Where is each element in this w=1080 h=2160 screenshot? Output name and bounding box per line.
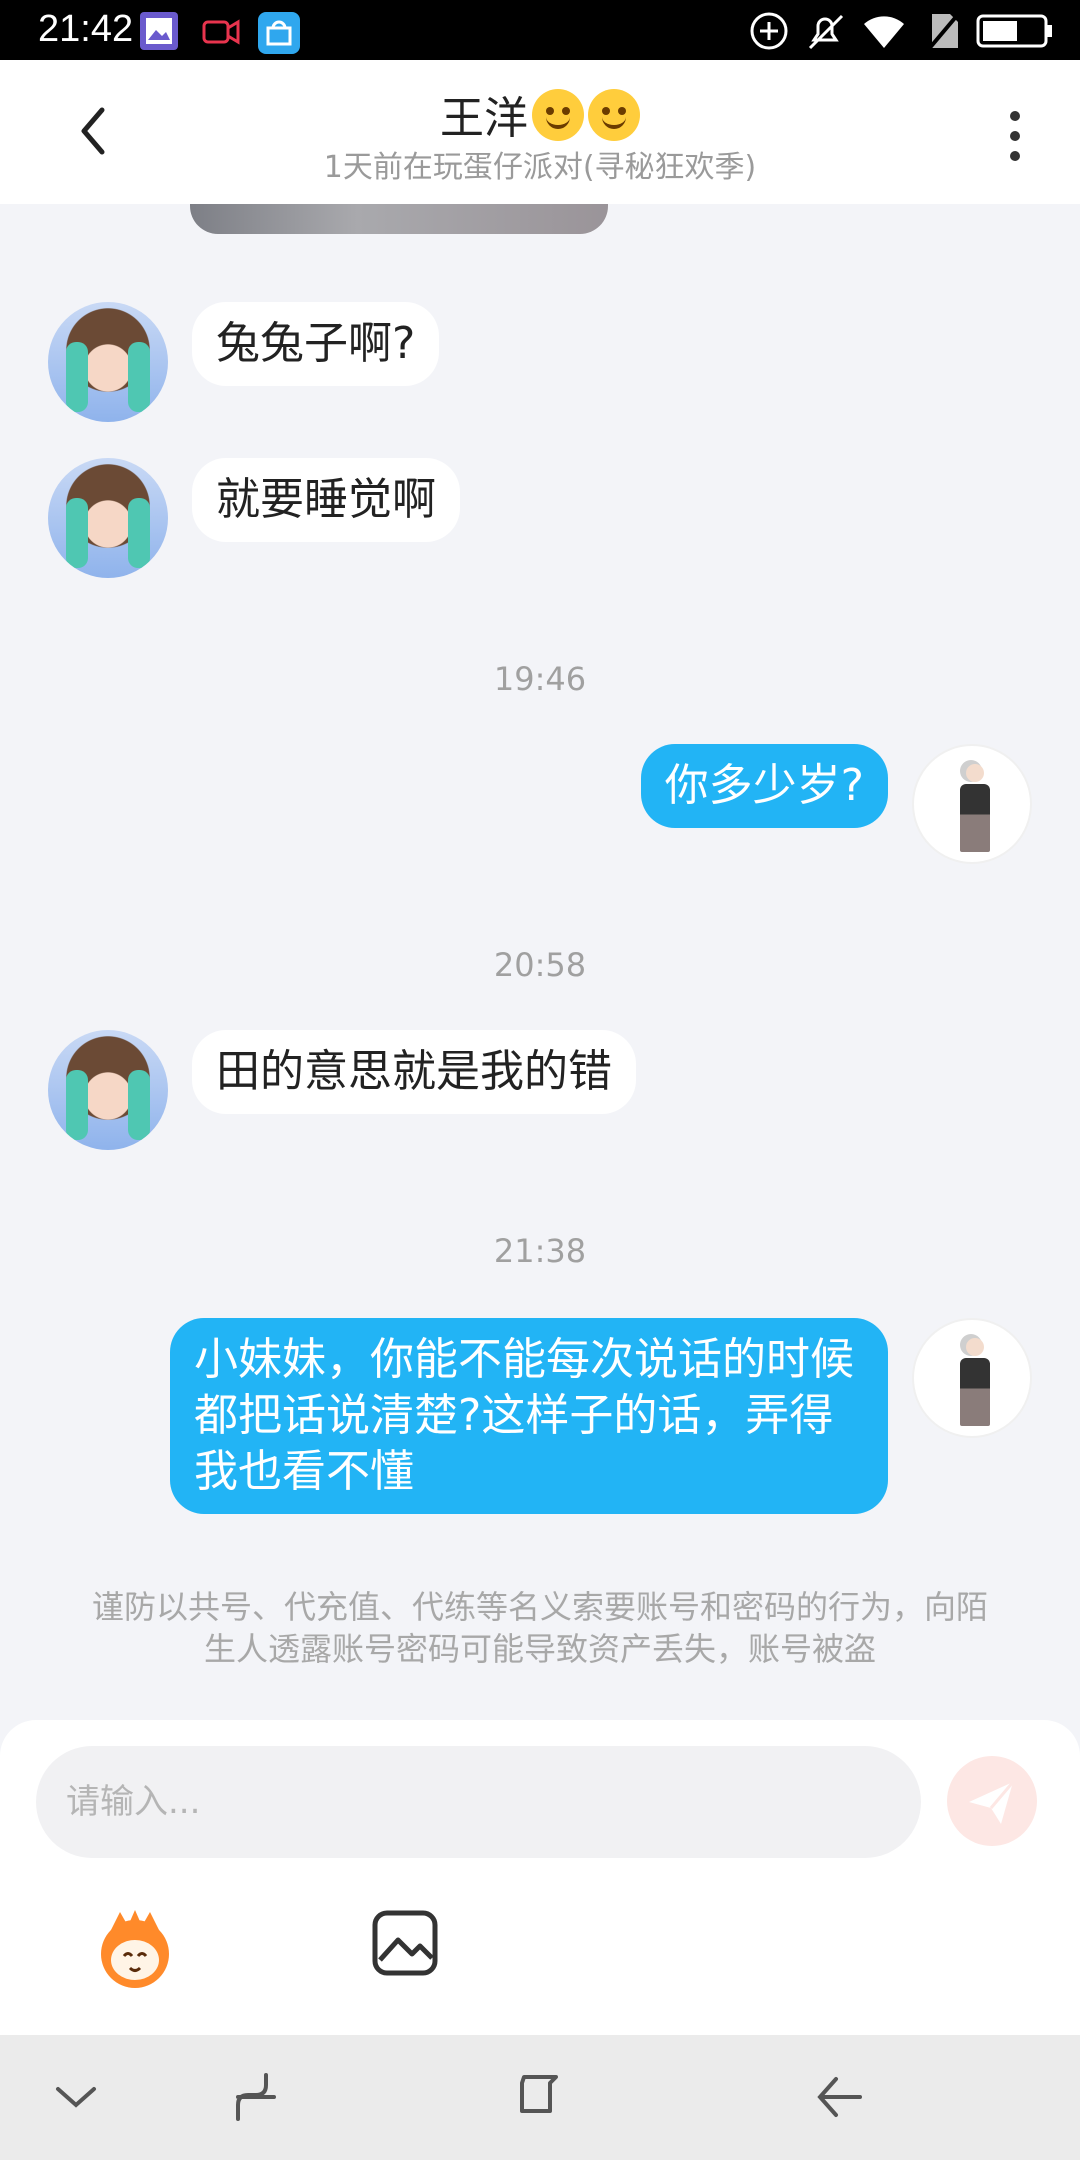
koobee-store-icon <box>258 12 300 54</box>
status-bar: 21:42 <box>0 0 1080 60</box>
send-button[interactable] <box>947 1756 1037 1846</box>
status-time: 21:42 <box>38 8 134 50</box>
hide-nav-icon[interactable] <box>46 2067 106 2127</box>
recent-apps-icon[interactable] <box>222 2067 282 2127</box>
paper-plane-icon <box>969 1781 1015 1824</box>
message-input[interactable] <box>36 1746 921 1858</box>
bell-off-icon <box>808 14 844 50</box>
message-timestamp: 20:58 <box>493 946 587 984</box>
image-picker-icon[interactable] <box>370 1908 440 1978</box>
image-message-fragment[interactable] <box>190 204 608 234</box>
security-notice: 谨防以共号、代充值、代练等名义索要账号和密码的行为，向陌生人透露账号密码可能导致… <box>91 1588 988 1668</box>
more-vertical-icon[interactable] <box>1000 106 1030 166</box>
message-timestamp: 21:38 <box>493 1232 587 1270</box>
input-panel <box>0 1720 1080 2035</box>
wifi-icon <box>864 16 904 48</box>
contact-name-row: 王洋 <box>0 82 1080 146</box>
emoji-mascot-icon[interactable] <box>90 1902 180 1992</box>
no-sim-icon <box>926 10 962 52</box>
message-bubble-outgoing[interactable]: 你多少岁? <box>640 744 888 828</box>
contact-avatar[interactable] <box>48 458 168 578</box>
message-bubble-incoming[interactable]: 兔兔子啊? <box>192 302 440 386</box>
contact-name: 王洋 <box>440 93 528 144</box>
message-timestamp: 19:46 <box>493 660 587 698</box>
chat-messages[interactable]: 兔兔子啊? 就要睡觉啊 19:46 你多少岁? 20:58 田的意思就是我的错 … <box>0 204 1080 1720</box>
battery-icon <box>976 14 1052 48</box>
message-bubble-incoming[interactable]: 就要睡觉啊 <box>192 458 460 542</box>
smile-emoji-icon <box>532 89 584 141</box>
back-nav-icon[interactable] <box>810 2067 870 2127</box>
system-nav-bar <box>0 2035 1080 2160</box>
contact-avatar[interactable] <box>48 1030 168 1150</box>
contact-status: 1天前在玩蛋仔派对(寻秘狂欢季) <box>323 150 757 185</box>
home-icon[interactable] <box>510 2067 570 2127</box>
smile-emoji-icon <box>588 89 640 141</box>
message-bubble-incoming[interactable]: 田的意思就是我的错 <box>192 1030 636 1114</box>
my-avatar[interactable] <box>912 744 1032 864</box>
add-circle-icon <box>750 12 788 50</box>
screen-record-icon <box>202 19 240 45</box>
contact-avatar[interactable] <box>48 302 168 422</box>
message-bubble-outgoing[interactable]: 小妹妹，你能不能每次说话的时候都把话说清楚?这样子的话，弄得我也看不懂 <box>170 1318 888 1514</box>
chat-header: 王洋 1天前在玩蛋仔派对(寻秘狂欢季) <box>0 60 1080 204</box>
my-avatar[interactable] <box>912 1318 1032 1438</box>
gallery-icon <box>140 12 178 50</box>
